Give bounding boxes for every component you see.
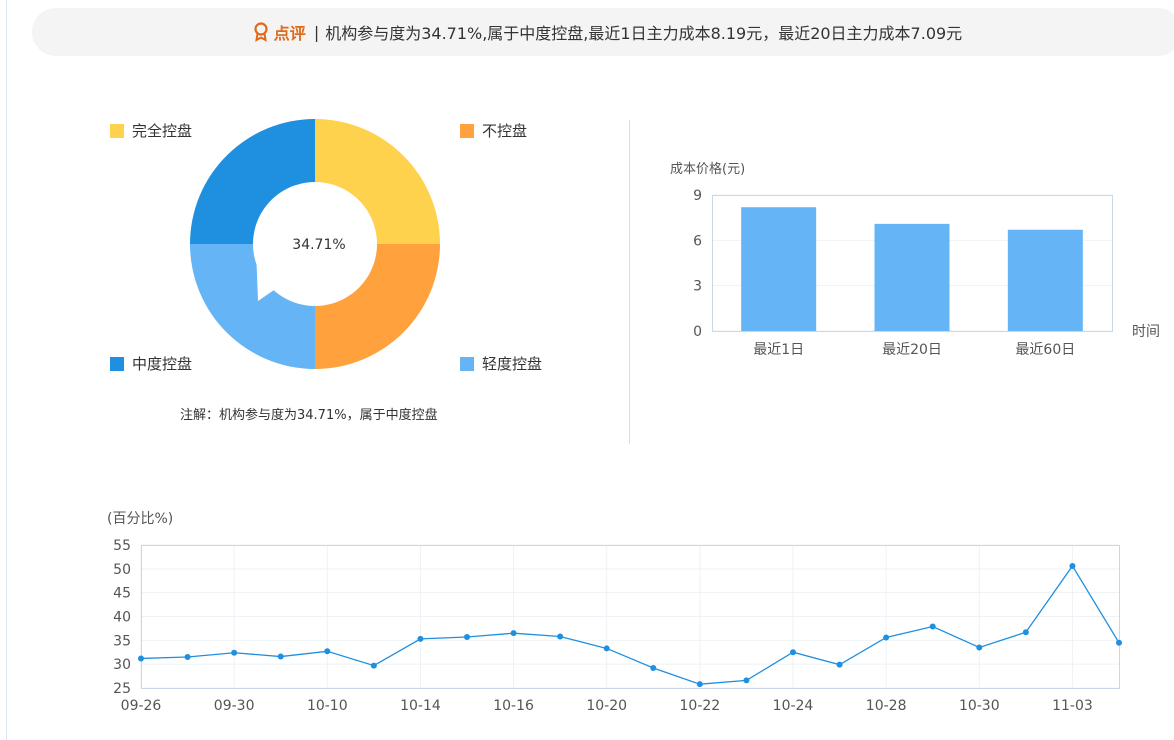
donut-slice <box>190 244 315 369</box>
line-point <box>836 661 843 668</box>
line-point <box>790 649 796 656</box>
line-ytick-label: 55 <box>113 538 131 554</box>
bar-ytick-label: 0 <box>693 324 702 340</box>
line-point <box>138 655 144 662</box>
bar <box>874 223 950 331</box>
line-point <box>743 677 750 684</box>
line-point <box>417 635 424 642</box>
legend-label: 不控盘 <box>482 122 528 140</box>
bar-ylabel: 成本价格(元) <box>670 161 745 177</box>
line-point <box>277 653 284 660</box>
comment-label: 点评 <box>273 24 306 43</box>
line-xtick-label: 10-14 <box>400 698 441 714</box>
bar-ytick-label: 3 <box>693 279 702 295</box>
comment-banner: 点评 | 机构参与度为34.71%,属于中度控盘,最近1日主力成本8.19元，最… <box>32 8 1174 56</box>
bar-plot-frame <box>712 195 1113 332</box>
donut-center-bubble <box>253 181 378 306</box>
line-point <box>929 623 936 630</box>
legend-swatch <box>460 356 474 371</box>
comment-separator: | <box>313 22 320 42</box>
line-xtick-label: 10-20 <box>586 698 627 714</box>
left-border <box>6 0 7 740</box>
line-point <box>650 664 657 671</box>
line-xtick-label: 10-30 <box>959 698 1000 714</box>
donut-slice <box>315 119 440 244</box>
line-xtick-label: 10-28 <box>866 698 907 714</box>
line-plot-frame <box>141 545 1120 689</box>
line-point <box>1069 562 1076 569</box>
line-ytick-label: 30 <box>113 657 131 673</box>
legend-swatch <box>460 123 474 138</box>
line-point <box>1116 639 1122 646</box>
line-ytick-label: 50 <box>113 562 131 578</box>
bar-xlabel: 时间 <box>1132 324 1160 340</box>
line-xtick-label: 11-03 <box>1052 698 1093 714</box>
legend-swatch <box>110 356 124 371</box>
line-series <box>140 564 1120 685</box>
line-point <box>231 649 238 656</box>
donut-slice <box>315 244 440 369</box>
bar-ytick-label: 6 <box>693 233 702 249</box>
line-xtick-label: 10-16 <box>493 698 534 714</box>
line-point <box>370 662 377 669</box>
legend-label: 完全控盘 <box>132 122 193 140</box>
legend-item-light-control[interactable]: 轻度控盘 <box>460 353 542 374</box>
donut-note: 注解：机构参与度为34.71%，属于中度控盘 <box>180 408 438 423</box>
award-icon <box>254 22 268 42</box>
line-point <box>696 681 703 688</box>
legend-item-no-control[interactable]: 不控盘 <box>460 120 527 141</box>
line-xtick-label: 10-24 <box>773 698 814 714</box>
line-xtick-label: 10-10 <box>307 698 348 714</box>
comment-text: 机构参与度为34.71%,属于中度控盘,最近1日主力成本8.19元，最近20日主… <box>325 24 963 43</box>
legend-label: 中度控盘 <box>132 355 193 373</box>
line-xtick-label: 09-26 <box>121 698 162 714</box>
line-ytick-label: 45 <box>113 586 131 602</box>
legend-item-mid-control[interactable]: 中度控盘 <box>110 353 192 374</box>
line-ytick-label: 40 <box>113 610 131 626</box>
line-point <box>603 645 610 652</box>
line-xtick-label: 09-30 <box>214 698 255 714</box>
line-point <box>976 644 983 651</box>
line-point <box>510 630 517 637</box>
legend-label: 轻度控盘 <box>482 355 543 373</box>
bar-xtick-label: 最近1日 <box>753 342 804 358</box>
line-point <box>184 654 191 661</box>
line-ytick-label: 35 <box>113 633 131 649</box>
section-divider <box>629 120 630 444</box>
line-ylabel: (百分比%) <box>107 511 173 527</box>
line-point <box>464 633 470 640</box>
line-point <box>883 634 890 641</box>
line-ytick-label: 25 <box>113 681 131 697</box>
line-point <box>324 648 331 655</box>
legend-item-full-control[interactable]: 完全控盘 <box>110 120 192 141</box>
donut-slice <box>190 119 315 244</box>
legend-swatch <box>110 123 124 138</box>
bar-ytick-label: 9 <box>693 188 702 204</box>
bar <box>1007 229 1083 331</box>
line-point <box>557 633 564 640</box>
bar-xtick-label: 最近60日 <box>1015 342 1075 358</box>
line-xtick-label: 10-22 <box>680 698 721 714</box>
line-point <box>1022 629 1029 636</box>
bar <box>741 207 817 331</box>
donut-center-label: 34.71% <box>292 237 345 253</box>
bar-xtick-label: 最近20日 <box>882 342 942 358</box>
